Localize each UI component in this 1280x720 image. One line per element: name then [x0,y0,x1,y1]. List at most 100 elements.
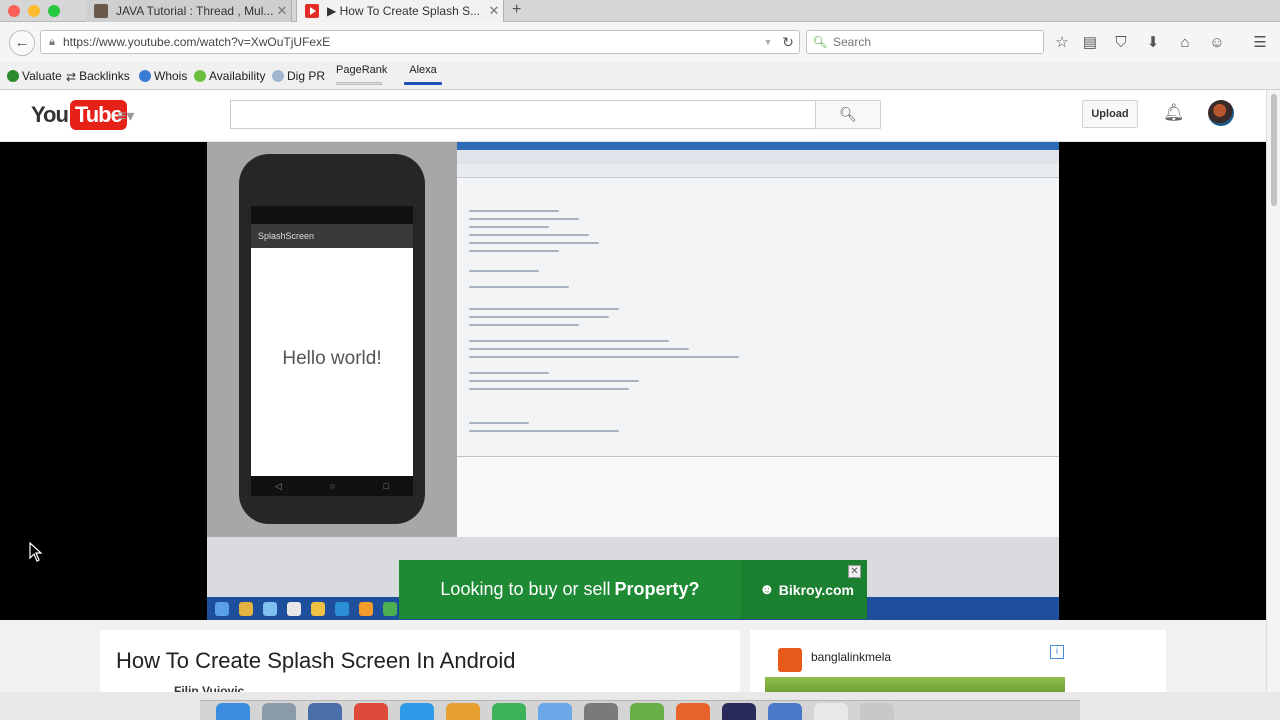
alexa-widget[interactable]: Alexa [404,64,442,85]
sidebar-ad-card[interactable]: banglalinkmela i [750,630,1166,692]
calendar-dock-icon[interactable] [354,703,388,720]
tab-title-text: How To Create Splash S... [339,4,481,18]
youtube-page: You Tube ≡▾ 🔍︎ Upload 🔔︎ SplashScreen He… [0,90,1266,692]
numbers-dock-icon[interactable] [492,703,526,720]
channel-name[interactable]: Filip Vujovic [174,684,244,692]
dig-pr-icon [272,70,284,82]
code-line [469,234,589,236]
bookmark-star-icon[interactable]: ☆ [1052,34,1072,52]
code-line [469,430,619,432]
code-line [469,250,559,252]
quicktime-dock-icon[interactable] [768,703,802,720]
code-line [469,422,529,424]
alexa-label: Alexa [409,64,437,76]
video-info-card: How To Create Splash Screen In Android F… [100,630,740,692]
ad-info-icon[interactable]: i [1050,645,1064,659]
logo-you-text: You [31,102,69,127]
notifications-bell-icon[interactable]: 🔔︎ [1163,103,1185,123]
pocket-icon[interactable]: ⛉ [1111,34,1131,52]
system-preferences-dock-icon[interactable] [584,703,618,720]
trash-dock-icon[interactable] [860,703,894,720]
close-tab-icon[interactable]: ✕ [485,3,503,19]
reading-list-icon[interactable]: ▤ [1080,34,1100,52]
url-dropdown-icon[interactable]: ▼ [759,37,777,47]
launchpad-dock-icon[interactable] [262,703,296,720]
eclipse-dock-icon[interactable] [722,703,756,720]
android-studio-dock-icon[interactable] [630,703,664,720]
code-line [469,324,579,326]
guide-menu-icon[interactable]: ≡▾ [117,106,134,126]
upload-button[interactable]: Upload [1082,100,1138,128]
safari-dock-icon[interactable] [400,703,434,720]
menu-icon[interactable]: ☰ [1250,34,1270,52]
taskbar-app-icon [263,601,277,616]
sidebar-channel-name[interactable]: banglalinkmela [811,650,891,664]
search-icon: 🔍︎ [839,106,857,122]
ad-brand-text: Bikroy.com [778,581,855,598]
video-player[interactable]: SplashScreen Hello world! ◁ ○ □ Looking … [0,142,1266,620]
tab-splash-screen[interactable]: ▶ How To Create Splash S... ✕ [296,0,504,22]
firefox-dock-icon[interactable] [676,703,710,720]
extension-backlinks[interactable]: ⇄ Backlinks [66,69,130,84]
back-button[interactable]: ← [9,30,35,56]
download-icon[interactable]: ⬇ [1143,34,1163,52]
home-nav-icon: ○ [330,481,336,491]
extension-availability[interactable]: Availability [194,69,265,83]
search-placeholder: Search [833,35,872,49]
browser-tab-strip: JAVA Tutorial : Thread , Mul... ✕ ▶ How … [0,0,1280,22]
zoom-window-button[interactable] [48,5,60,17]
ad-banner[interactable]: Looking to buy or sell Property? ☻ Bikroy… [399,560,867,619]
finder-dock-icon[interactable] [216,703,250,720]
pagerank-widget[interactable]: PageRank [336,64,387,85]
home-icon[interactable]: ⌂ [1175,34,1195,52]
tab-java-tutorial[interactable]: JAVA Tutorial : Thread , Mul... ✕ [86,0,292,22]
back-nav-icon: ◁ [275,480,282,491]
sidebar-ad-thumbnail[interactable] [765,677,1065,692]
notes-dock-icon[interactable] [446,703,480,720]
close-tab-icon[interactable]: ✕ [273,3,291,19]
lock-icon: 🔒︎ [49,35,55,48]
extension-valuate[interactable]: Valuate [7,69,62,83]
video-frame: SplashScreen Hello world! ◁ ○ □ [207,142,1059,620]
extension-label: Availability [209,69,266,83]
chat-icon[interactable]: ☺ [1207,34,1227,52]
code-line [469,388,629,390]
tab-title: ▶ How To Create Splash S... [327,4,485,18]
availability-icon [194,70,206,82]
taskbar-app-icon [239,601,253,616]
youtube-logo[interactable]: You Tube [31,100,127,130]
scrollbar-thumb[interactable] [1271,94,1277,206]
taskbar-app-icon [311,601,325,616]
ide-title-bar [457,142,1059,150]
new-tab-button[interactable]: + [512,0,521,22]
taskbar-app-icon [215,601,229,616]
page-scrollbar[interactable] [1266,90,1280,692]
code-line [469,380,639,382]
url-text: https://www.youtube.com/watch?v=XwOuTjUF… [63,35,331,49]
minimize-window-button[interactable] [28,5,40,17]
reload-icon[interactable]: ↻ [777,34,799,51]
extension-label: Dig PR [287,69,326,83]
extension-dig-pr[interactable]: Dig PR [272,69,325,83]
extension-label: Valuate [22,69,62,83]
code-line [469,356,739,358]
phone-nav-bar: ◁ ○ □ [251,476,413,496]
avatar[interactable] [1208,100,1234,126]
close-window-button[interactable] [8,5,20,17]
code-line [469,316,609,318]
search-input[interactable]: 🔍︎ Search [806,30,1044,54]
code-line [469,226,549,228]
address-bar[interactable]: 🔒︎ https://www.youtube.com/watch?v=XwOuT… [40,30,800,54]
ad-close-button[interactable]: ✕ [848,565,861,578]
youtube-search-button[interactable]: 🔍︎ [815,100,881,129]
code-line [469,210,559,212]
youtube-search-input[interactable] [230,100,816,129]
search-engine-icon[interactable]: 🔍︎ [807,35,833,49]
extension-bar: Valuate ⇄ Backlinks Whois Availability D… [0,62,1280,90]
pagerank-label: PageRank [336,64,388,76]
taskbar-app-icon [359,601,373,616]
preview-dock-icon[interactable] [308,703,342,720]
extension-whois[interactable]: Whois [139,69,187,83]
keynote-dock-icon[interactable] [538,703,572,720]
document-dock-icon[interactable] [814,703,848,720]
